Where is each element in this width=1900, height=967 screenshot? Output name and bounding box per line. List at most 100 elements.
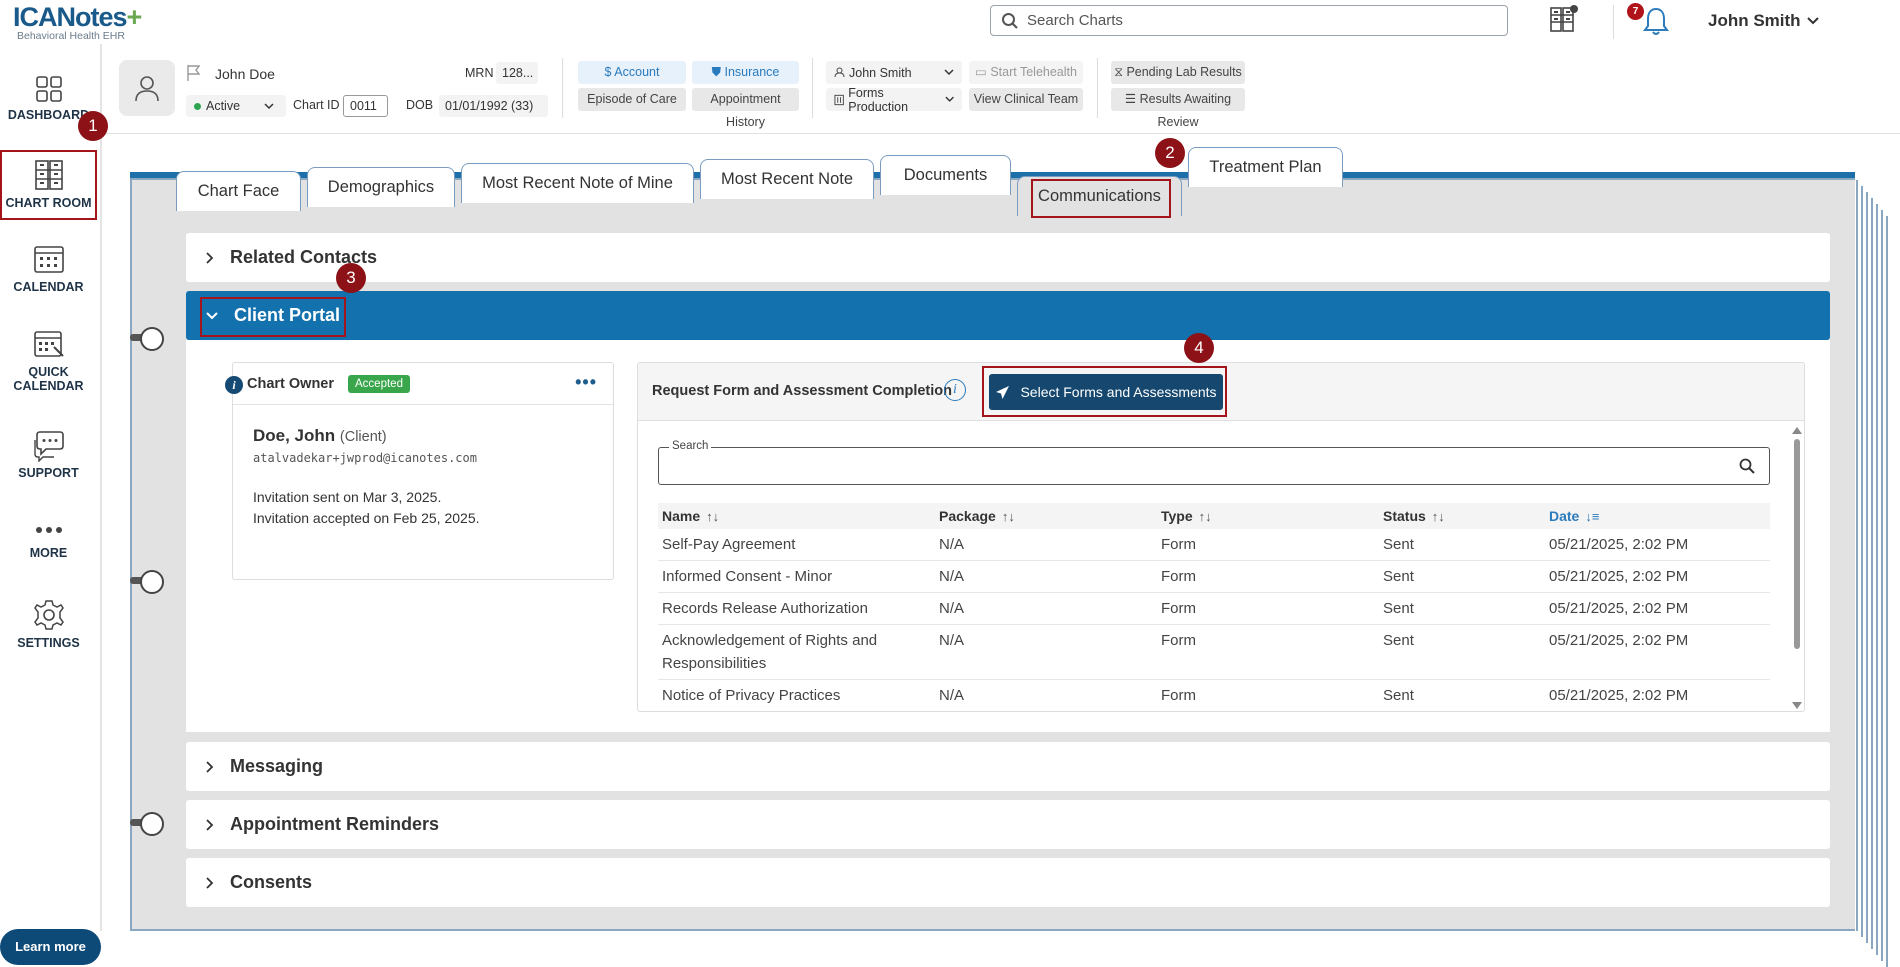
- forms-table: Name ↑↓ Package ↑↓ Type ↑↓ Status ↑↓ Date ↓≡ …: [658, 503, 1770, 711]
- cell-date: 05/21/2025, 2:02 PM: [1545, 560, 1770, 593]
- pending-lab-results-button[interactable]: ⧖ Pending Lab Results: [1111, 61, 1245, 84]
- tab-treatment-plan[interactable]: Treatment Plan: [1188, 147, 1343, 187]
- user-menu[interactable]: John Smith: [1708, 11, 1819, 31]
- section-messaging[interactable]: Messaging: [186, 742, 1830, 791]
- cell-package: N/A: [935, 529, 1157, 561]
- app-logo[interactable]: ICANotes+ Behavioral Health EHR: [13, 3, 173, 43]
- owner-email: atalvadekar+jwprod@icanotes.com: [253, 451, 477, 465]
- binder-ring: [130, 812, 164, 836]
- tab-most-recent-note[interactable]: Most Recent Note: [700, 159, 874, 199]
- chevron-down-icon: [206, 311, 218, 319]
- avatar[interactable]: [119, 60, 175, 116]
- info-icon[interactable]: i: [225, 376, 243, 394]
- scroll-up-arrow[interactable]: [1792, 427, 1802, 434]
- results-awaiting-label: Results Awaiting Review: [1139, 92, 1232, 129]
- appointment-history-button[interactable]: Appointment History: [692, 88, 799, 129]
- chevron-down-icon: [945, 96, 954, 102]
- chart-id-field[interactable]: 0011: [343, 95, 388, 117]
- search-charts-input[interactable]: Search Charts: [990, 5, 1508, 36]
- learn-more-button[interactable]: Learn more: [0, 929, 101, 965]
- chart-owner-header: i Chart Owner Accepted •••: [225, 363, 613, 405]
- binder-page-edge: [1860, 186, 1863, 937]
- nav-settings[interactable]: SETTINGS: [0, 598, 97, 650]
- cell-status: Sent: [1379, 560, 1545, 593]
- nav-support[interactable]: SUPPORT: [0, 428, 97, 480]
- select-forms-button[interactable]: Select Forms and Assessments: [989, 374, 1223, 410]
- column-header-name[interactable]: Name ↑↓: [658, 503, 935, 529]
- nav-chart-room[interactable]: CHART ROOM: [0, 150, 97, 220]
- episode-of-care-button[interactable]: Episode of Care: [578, 88, 686, 111]
- forms-production-select[interactable]: Forms Production: [826, 86, 962, 114]
- column-label: Package: [939, 508, 996, 524]
- nav-quick-calendar[interactable]: QUICK CALENDAR: [0, 327, 97, 393]
- insurance-button[interactable]: ⛊ Insurance: [692, 61, 799, 84]
- tab-chart-face[interactable]: Chart Face: [176, 171, 301, 211]
- section-consents[interactable]: Consents: [186, 858, 1830, 907]
- request-panel-header: Request Form and Assessment Completion i…: [638, 363, 1804, 421]
- logo-text: ICANotes: [13, 2, 128, 32]
- forms-search-input[interactable]: Search: [658, 440, 1770, 485]
- status-badge: Accepted: [348, 374, 410, 393]
- account-button[interactable]: $ Account: [578, 61, 686, 84]
- tab-most-recent-note-of-mine[interactable]: Most Recent Note of Mine: [461, 163, 694, 203]
- section-title: Consents: [230, 872, 313, 892]
- nav-label: CHART ROOM: [5, 196, 92, 210]
- section-related-contacts[interactable]: Related Contacts: [186, 233, 1830, 282]
- person-icon: [135, 76, 159, 102]
- user-name: John Smith: [1708, 11, 1801, 30]
- bell-icon[interactable]: [1640, 5, 1672, 42]
- step-badge-1: 1: [78, 111, 108, 141]
- patient-status-select[interactable]: Active: [186, 95, 286, 117]
- account-label: Account: [614, 65, 660, 79]
- step-badge-2: 2: [1155, 138, 1185, 168]
- section-appointment-reminders[interactable]: Appointment Reminders: [186, 800, 1830, 849]
- owner-name: Doe, John: [253, 426, 336, 445]
- nav-calendar[interactable]: CALENDAR: [0, 242, 97, 294]
- results-awaiting-review-button[interactable]: ☰ Results Awaiting Review: [1111, 88, 1245, 129]
- chevron-right-icon: [206, 876, 214, 889]
- table-row[interactable]: Records Release Authorization N/A Form S…: [658, 592, 1770, 625]
- scroll-thumb[interactable]: [1794, 439, 1800, 649]
- table-row[interactable]: Self-Pay Agreement N/A Form Sent 05/21/2…: [658, 529, 1770, 561]
- flag-icon[interactable]: [186, 64, 202, 87]
- step-badge-3: 3: [336, 263, 366, 293]
- cell-name: Notice of Privacy Practices: [658, 679, 935, 711]
- table-scrollbar[interactable]: [1790, 423, 1804, 711]
- tab-demographics[interactable]: Demographics: [307, 167, 455, 207]
- dob-label: DOB: [406, 98, 434, 112]
- column-header-date[interactable]: Date ↓≡: [1545, 503, 1770, 529]
- table-row[interactable]: Notice of Privacy Practices N/A Form Sen…: [658, 679, 1770, 711]
- cell-name: Informed Consent - Minor: [658, 560, 935, 593]
- info-icon[interactable]: i: [944, 379, 966, 401]
- chart-room-shortcut-icon[interactable]: [1548, 4, 1578, 39]
- column-header-status[interactable]: Status ↑↓: [1379, 503, 1545, 529]
- table-row[interactable]: Acknowledgement of Rights and Responsibi…: [658, 624, 1770, 680]
- more-options-icon[interactable]: •••: [575, 372, 597, 393]
- nav-label: QUICK: [28, 365, 69, 379]
- header-divider: [1613, 5, 1614, 39]
- provider-select[interactable]: John Smith: [826, 61, 962, 84]
- section-title: Appointment Reminders: [230, 814, 440, 834]
- section-client-portal[interactable]: Client Portal: [186, 291, 1830, 340]
- nav-more[interactable]: MORE: [0, 518, 97, 560]
- table-row[interactable]: Informed Consent - Minor N/A Form Sent 0…: [658, 560, 1770, 593]
- calendar-icon: [33, 246, 64, 273]
- scroll-down-arrow[interactable]: [1792, 702, 1802, 709]
- person-icon: [834, 67, 845, 78]
- view-clinical-team-button[interactable]: View Clinical Team: [969, 88, 1083, 111]
- column-header-package[interactable]: Package ↑↓: [935, 503, 1157, 529]
- status-dot: [194, 102, 201, 110]
- chart-id-label: Chart ID: [293, 98, 340, 112]
- telehealth-label: Start Telehealth: [990, 65, 1077, 79]
- search-placeholder: Search Charts: [1027, 12, 1123, 29]
- nav-label: DASHBOARD: [7, 108, 90, 122]
- start-telehealth-button[interactable]: ▭ Start Telehealth: [969, 61, 1083, 84]
- tab-documents[interactable]: Documents: [880, 155, 1011, 195]
- tab-communications[interactable]: Communications: [1017, 176, 1182, 216]
- column-header-type[interactable]: Type ↑↓: [1157, 503, 1379, 529]
- gear-icon: [33, 600, 64, 630]
- chevron-down-icon: [944, 69, 954, 76]
- nav-label: MORE: [29, 546, 68, 560]
- support-icon: [33, 431, 64, 462]
- more-icon: [35, 527, 62, 533]
